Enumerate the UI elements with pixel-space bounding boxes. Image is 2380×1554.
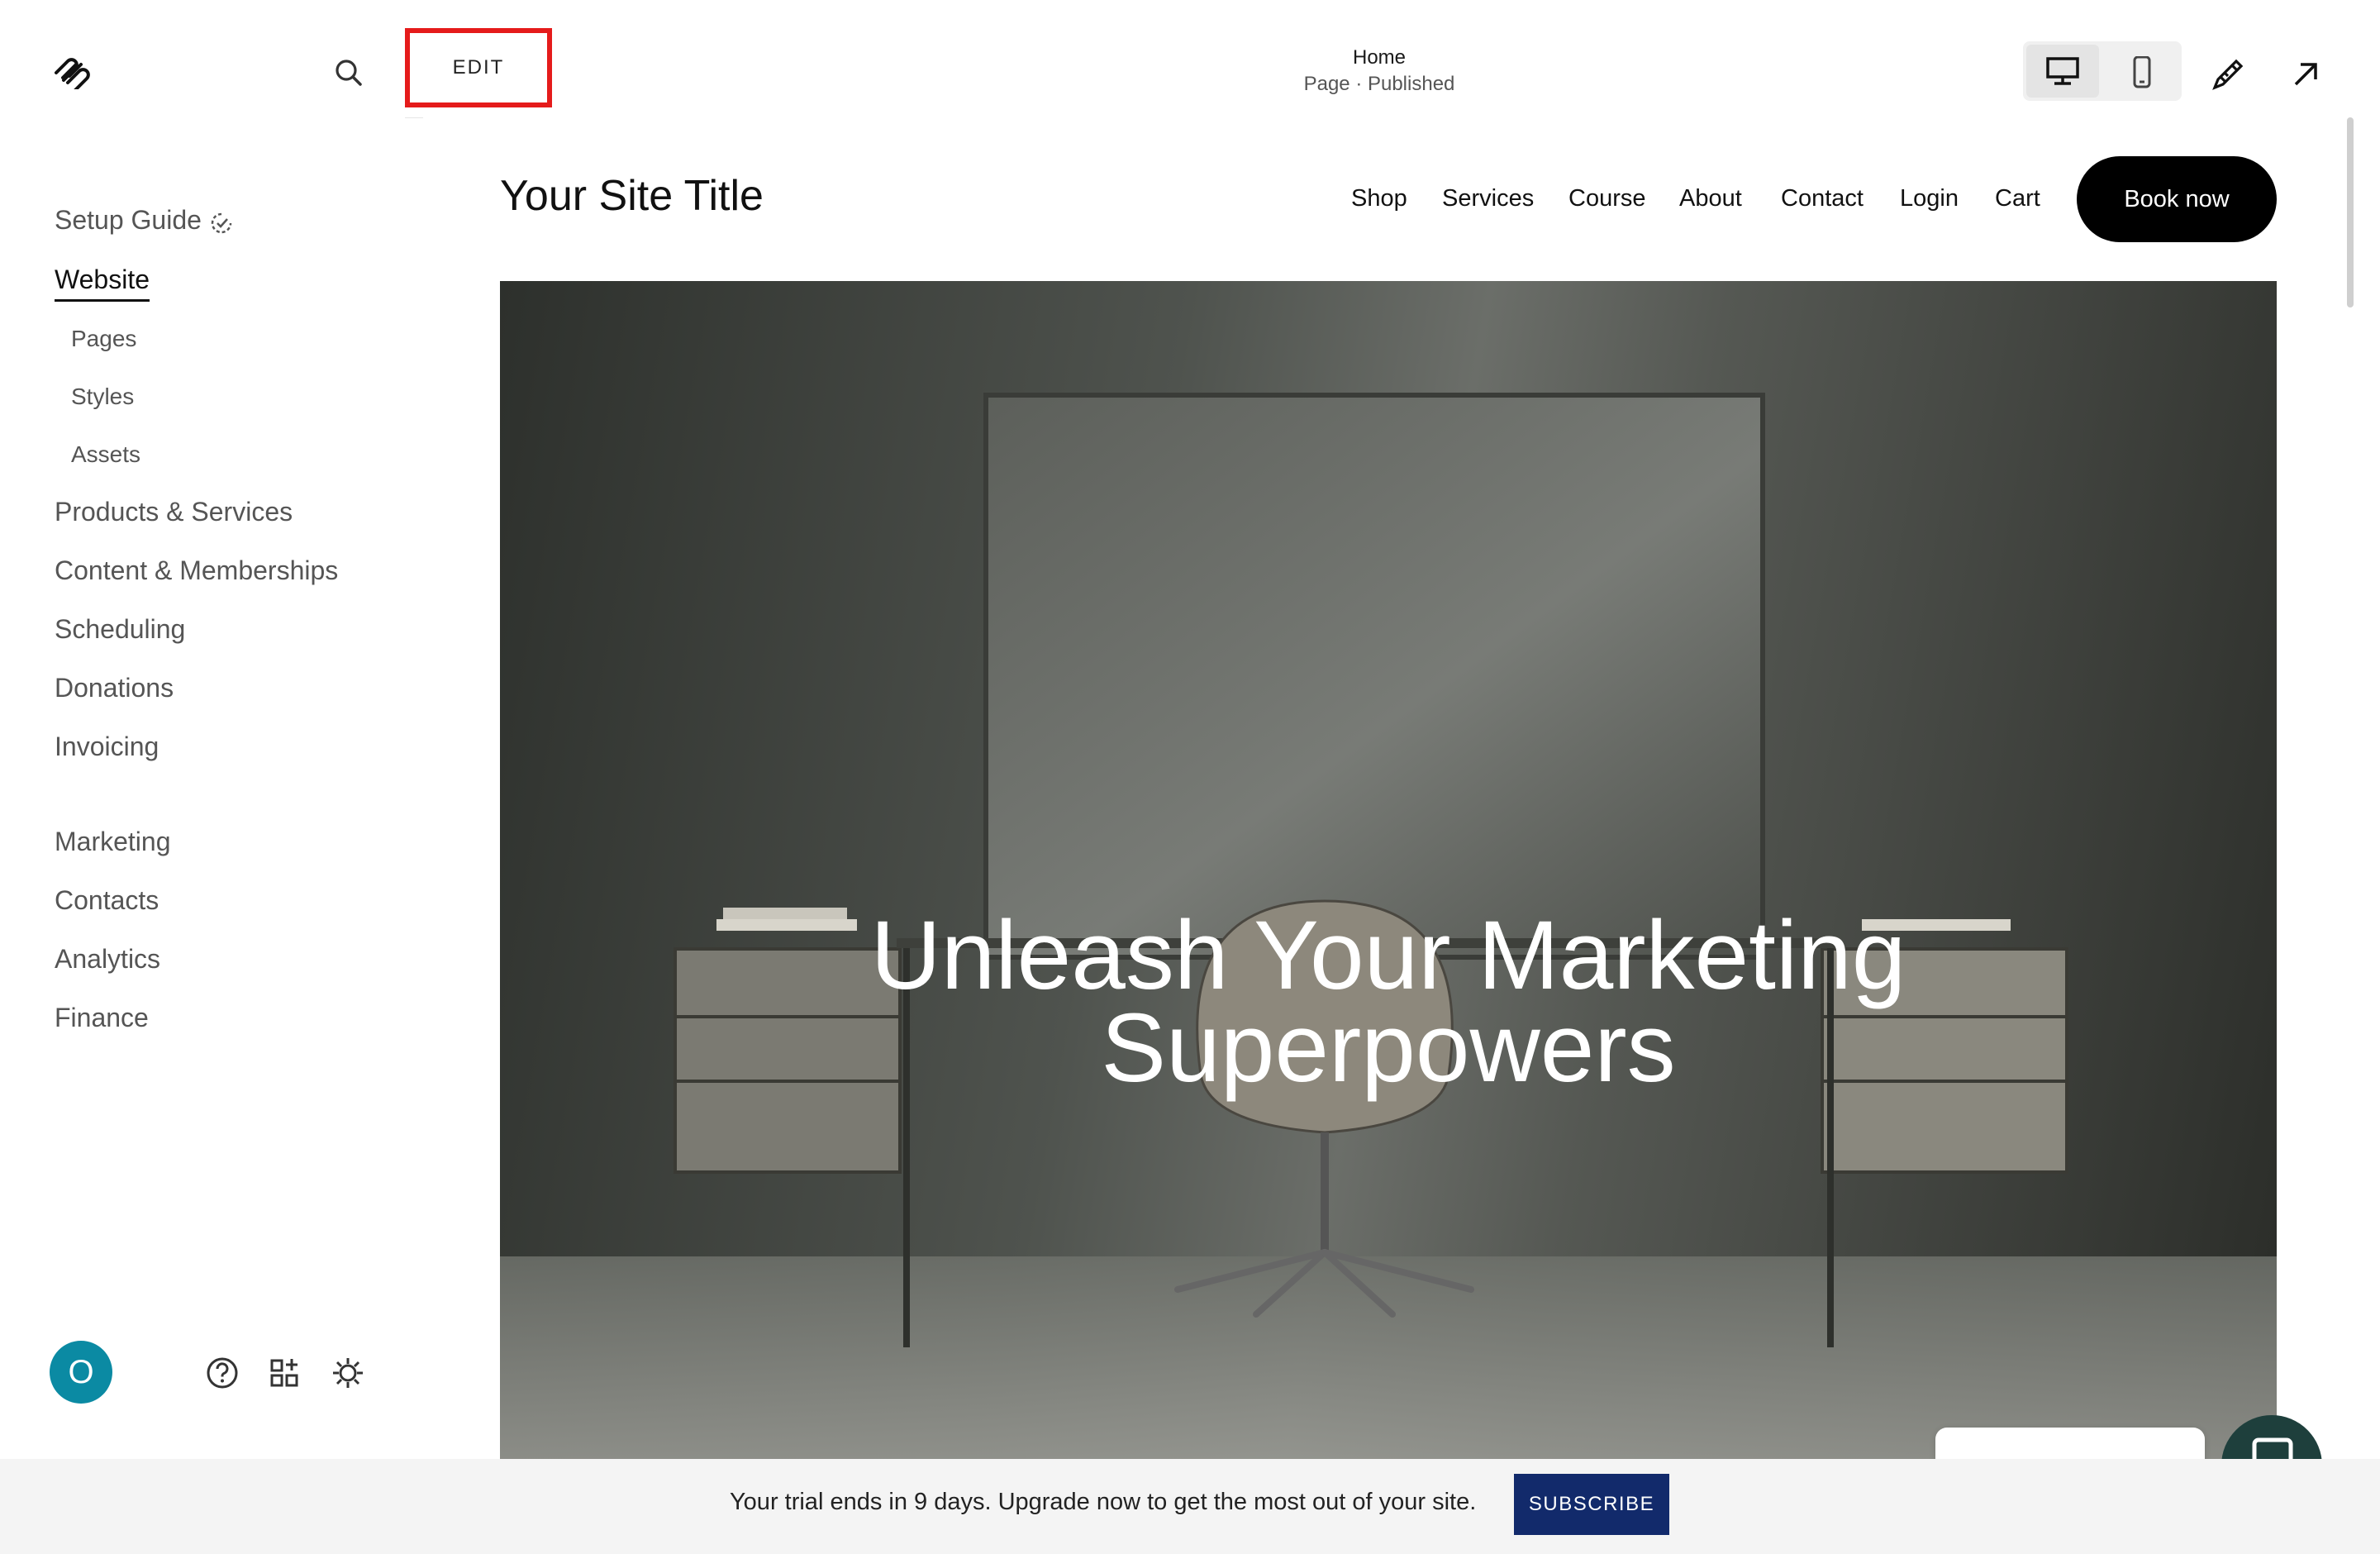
- mobile-icon: [2133, 56, 2151, 88]
- site-nav-login[interactable]: Login: [1900, 185, 1959, 212]
- trial-banner: Your trial ends in 9 days. Upgrade now t…: [0, 1459, 2380, 1554]
- open-external-arrow-icon[interactable]: [2291, 60, 2320, 89]
- settings-gear-icon[interactable]: [331, 1356, 365, 1390]
- hero-section[interactable]: Unleash Your Marketing Superpowers: [500, 281, 2277, 1459]
- hero-headline[interactable]: Unleash Your Marketing Superpowers: [500, 901, 2277, 1103]
- sidebar-item-label: Website: [55, 265, 150, 294]
- mobile-view-button[interactable]: [2106, 45, 2178, 98]
- device-toggle: [2023, 41, 2182, 101]
- help-icon[interactable]: [205, 1356, 240, 1390]
- sidebar-item-donations[interactable]: Donations: [55, 673, 174, 703]
- site-preview[interactable]: Your Site Title Shop Services Course Abo…: [423, 117, 2354, 1459]
- site-title[interactable]: Your Site Title: [500, 171, 764, 221]
- book-now-button[interactable]: Book now: [2077, 156, 2277, 242]
- widgets-add-icon[interactable]: [269, 1356, 303, 1390]
- sidebar-item-analytics[interactable]: Analytics: [55, 944, 160, 975]
- site-nav-course[interactable]: Course: [1568, 185, 1646, 212]
- active-underline: [55, 299, 150, 302]
- trial-message: Your trial ends in 9 days. Upgrade now t…: [730, 1489, 1477, 1515]
- sidebar-item-content-memberships[interactable]: Content & Memberships: [55, 555, 338, 586]
- sidebar-item-setup-guide[interactable]: Setup Guide: [55, 205, 233, 236]
- desktop-view-button[interactable]: [2026, 45, 2099, 98]
- sidebar-item-website[interactable]: Website: [55, 265, 150, 302]
- site-nav-cart[interactable]: Cart: [1995, 185, 2040, 212]
- squarespace-logo-icon[interactable]: [51, 55, 93, 92]
- site-nav-about[interactable]: About: [1679, 185, 1742, 212]
- design-brush-icon[interactable]: [2210, 56, 2246, 93]
- sidebar: Setup Guide Website Pages Styles Assets …: [0, 0, 405, 1459]
- preview-scrollbar[interactable]: [2347, 117, 2354, 307]
- sidebar-item-invoicing[interactable]: Invoicing: [55, 732, 159, 762]
- progress-check-icon: [210, 211, 233, 234]
- search-icon[interactable]: [332, 56, 365, 89]
- hero-headline-line-2: Superpowers: [1101, 994, 1676, 1103]
- site-nav-contact[interactable]: Contact: [1781, 185, 1864, 212]
- sidebar-item-pages[interactable]: Pages: [71, 326, 136, 352]
- sidebar-item-products-services[interactable]: Products & Services: [55, 497, 293, 527]
- sidebar-item-label: Setup Guide: [55, 205, 202, 235]
- editor-topbar: EDIT Home Page · Published: [405, 25, 2354, 118]
- site-nav-services[interactable]: Services: [1442, 185, 1534, 212]
- sidebar-item-styles[interactable]: Styles: [71, 384, 134, 410]
- sidebar-item-assets[interactable]: Assets: [71, 441, 140, 468]
- site-nav-shop[interactable]: Shop: [1351, 185, 1407, 212]
- hero-headline-line-1: Unleash Your Marketing: [870, 901, 1906, 1010]
- avatar[interactable]: O: [50, 1341, 112, 1404]
- sidebar-item-marketing[interactable]: Marketing: [55, 827, 171, 857]
- desktop-icon: [2046, 57, 2079, 85]
- hero-office-image: [500, 393, 2277, 1459]
- sidebar-item-finance[interactable]: Finance: [55, 1003, 149, 1033]
- sidebar-item-scheduling[interactable]: Scheduling: [55, 614, 185, 645]
- sidebar-item-contacts[interactable]: Contacts: [55, 885, 159, 916]
- subscribe-button[interactable]: SUBSCRIBE: [1514, 1474, 1669, 1535]
